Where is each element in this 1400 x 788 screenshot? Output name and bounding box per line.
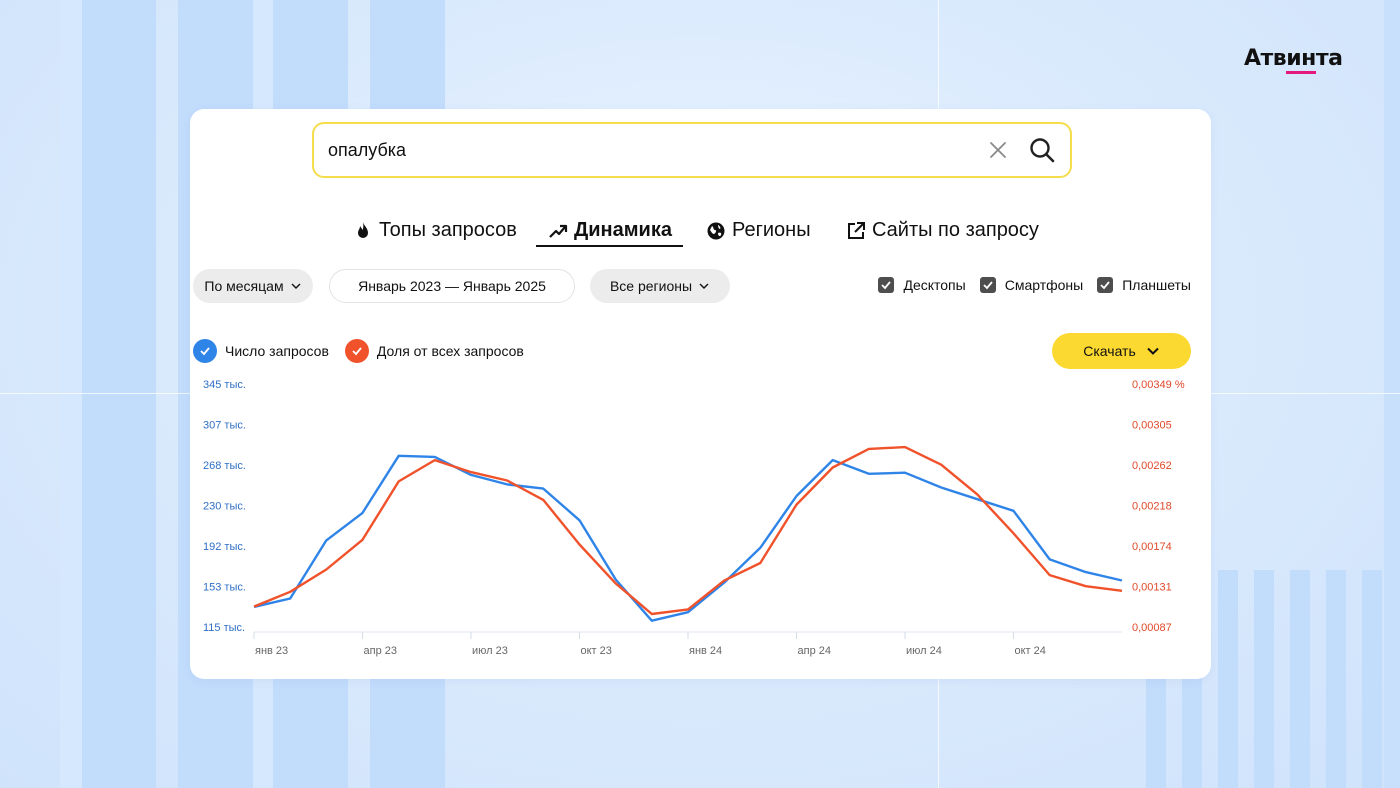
active-tab-indicator bbox=[536, 245, 683, 247]
y-left-tick-label: 307 тыс. bbox=[203, 420, 246, 432]
fire-icon bbox=[358, 221, 368, 238]
device-desktop-checkbox[interactable]: Десктопы bbox=[878, 277, 966, 293]
search-box bbox=[312, 122, 1072, 178]
brand-logo: Атвинта bbox=[1244, 46, 1343, 74]
dynamics-line-chart: 345 тыс. 307 тыс. 268 тыс. 230 тыс. 192 тыс.… bbox=[203, 379, 1185, 657]
device-label: Смартфоны bbox=[1004, 277, 1084, 293]
y-left-tick-label: 268 тыс. bbox=[203, 460, 246, 472]
download-label: Скачать bbox=[1083, 343, 1136, 359]
region-select[interactable]: Все регионы bbox=[590, 269, 730, 303]
tab-sites[interactable]: Сайты по запросу bbox=[846, 219, 1039, 242]
chevron-down-icon bbox=[699, 283, 709, 289]
y-right-tick-label: 0,00087 bbox=[1132, 622, 1172, 634]
background-stripe bbox=[1254, 570, 1274, 788]
device-smartphone-checkbox[interactable]: Смартфоны bbox=[979, 277, 1084, 293]
tab-dynamics[interactable]: Динамика bbox=[548, 219, 672, 242]
y-right-tick-label: 0,00305 bbox=[1132, 420, 1172, 432]
legend-label: Число запросов bbox=[225, 343, 329, 359]
date-range-picker[interactable]: Январь 2023 — Январь 2025 bbox=[329, 269, 575, 303]
x-tick-label: окт 24 bbox=[1015, 645, 1046, 657]
background-stripe bbox=[1218, 570, 1238, 788]
check-circle-icon bbox=[344, 339, 369, 363]
checkbox-checked-icon bbox=[979, 277, 996, 293]
logo-text: Атв bbox=[1244, 46, 1287, 71]
y-right-tick-label: 0,00131 bbox=[1132, 582, 1172, 594]
checkbox-checked-icon bbox=[1097, 277, 1114, 293]
x-tick-label: окт 23 bbox=[581, 645, 612, 657]
device-filters: Десктопы Смартфоны Планшеты bbox=[878, 277, 1191, 293]
y-right-tick-label: 0,00349 % bbox=[1132, 379, 1185, 391]
x-tick-label: июл 23 bbox=[472, 645, 508, 657]
tab-label: Регионы bbox=[732, 219, 811, 241]
checkbox-checked-icon bbox=[878, 277, 895, 293]
region-label: Все регионы bbox=[609, 278, 693, 294]
date-range-label: Январь 2023 — Январь 2025 bbox=[358, 278, 546, 294]
chevron-down-icon bbox=[291, 283, 301, 289]
tab-label: Динамика bbox=[574, 219, 672, 241]
chart-legend: Число запросов Доля от всех запросов bbox=[193, 339, 524, 363]
series-line-share bbox=[253, 445, 1123, 616]
trend-up-icon bbox=[549, 224, 568, 238]
background-stripe bbox=[60, 0, 82, 788]
series-line-count bbox=[253, 454, 1123, 622]
y-right-tick-label: 0,00262 bbox=[1132, 460, 1172, 472]
external-link-icon bbox=[848, 221, 865, 239]
y-left-tick-label: 192 тыс. bbox=[203, 541, 246, 553]
download-button[interactable]: Скачать bbox=[1052, 333, 1191, 369]
legend-toggle-share[interactable]: Доля от всех запросов bbox=[344, 339, 524, 363]
tab-tops[interactable]: Топы запросов bbox=[353, 219, 517, 242]
tab-regions[interactable]: Регионы bbox=[706, 219, 811, 242]
tab-bar: Топы запросов Динамика Регионы Сайты по … bbox=[190, 219, 1211, 249]
search-input[interactable] bbox=[328, 139, 986, 161]
x-tick-label: апр 24 bbox=[798, 645, 831, 657]
x-tick-label: янв 24 bbox=[689, 645, 722, 657]
y-right-tick-label: 0,00174 bbox=[1132, 541, 1172, 553]
x-tick-label: янв 23 bbox=[255, 645, 288, 657]
background-stripe bbox=[1326, 570, 1346, 788]
background-stripe bbox=[82, 0, 156, 788]
wordstat-card: Топы запросов Динамика Регионы Сайты по … bbox=[190, 109, 1211, 679]
close-icon[interactable] bbox=[986, 138, 1010, 162]
device-label: Планшеты bbox=[1122, 277, 1191, 293]
x-tick-label: апр 23 bbox=[364, 645, 397, 657]
period-group-select[interactable]: По месяцам bbox=[193, 269, 313, 303]
y-left-tick-label: 230 тыс. bbox=[203, 501, 246, 513]
legend-label: Доля от всех запросов bbox=[376, 343, 524, 359]
logo-text: та bbox=[1315, 46, 1343, 71]
search-icon[interactable] bbox=[1028, 136, 1056, 164]
y-right-tick-label: 0,00218 bbox=[1132, 501, 1172, 513]
logo-text-accent: ин bbox=[1286, 46, 1316, 74]
background-stripe bbox=[1384, 0, 1400, 788]
chevron-down-icon bbox=[1147, 347, 1159, 355]
device-tablet-checkbox[interactable]: Планшеты bbox=[1097, 277, 1191, 293]
y-left-tick-label: 153 тыс. bbox=[203, 582, 246, 594]
legend-toggle-count[interactable]: Число запросов bbox=[193, 339, 329, 363]
tab-label: Сайты по запросу bbox=[872, 219, 1039, 241]
y-left-tick-label: 115 тыс. bbox=[203, 622, 245, 634]
background-stripe bbox=[1290, 570, 1310, 788]
x-tick-label: июл 24 bbox=[906, 645, 942, 657]
globe-icon bbox=[707, 222, 725, 239]
y-left-tick-label: 345 тыс. bbox=[203, 379, 246, 391]
check-circle-icon bbox=[193, 339, 217, 363]
device-label: Десктопы bbox=[903, 277, 966, 293]
period-group-label: По месяцам bbox=[204, 278, 284, 294]
background-stripe bbox=[1362, 570, 1382, 788]
tab-label: Топы запросов bbox=[379, 219, 517, 241]
